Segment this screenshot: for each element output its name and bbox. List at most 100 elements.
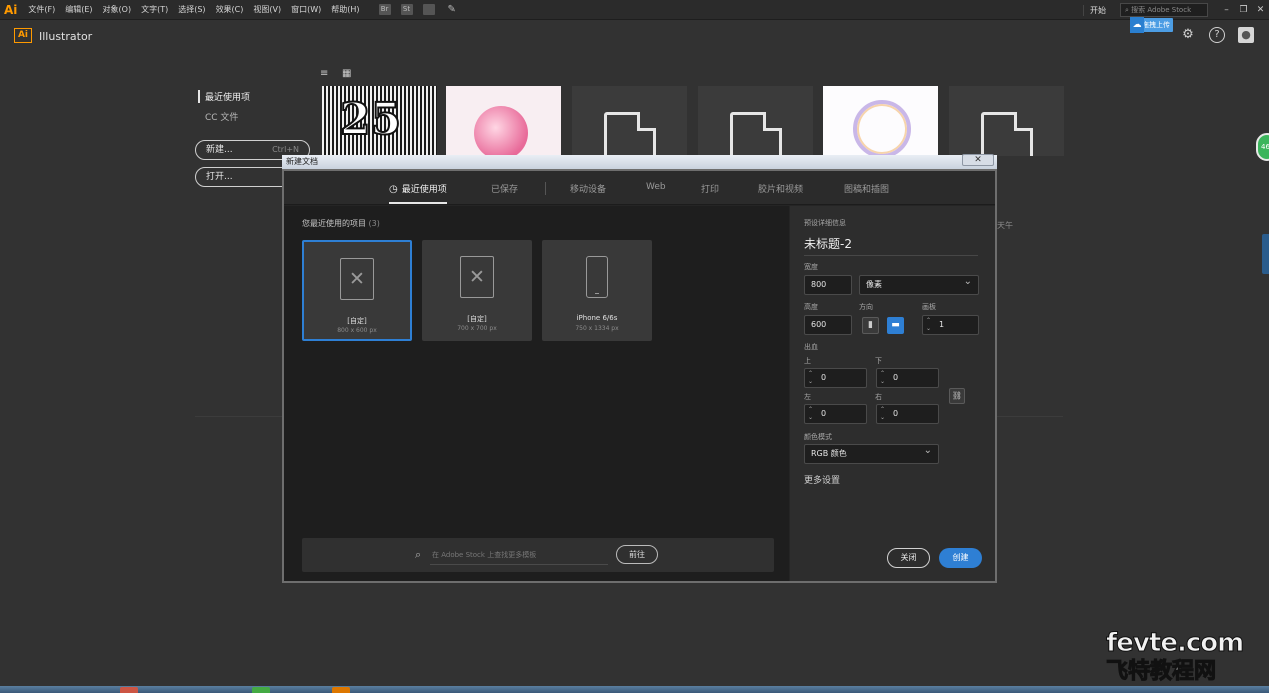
arrange-documents-icon[interactable] bbox=[422, 4, 435, 15]
artboards-label: 画板 bbox=[922, 303, 936, 311]
document-name-field[interactable]: 未标题-2 bbox=[804, 235, 978, 256]
tab-separator bbox=[545, 182, 546, 195]
list-view-icon[interactable]: ≡ bbox=[320, 68, 328, 79]
watermark-site-name: 飞特教程网 bbox=[1105, 659, 1217, 685]
color-mode-label: 颜色模式 bbox=[804, 433, 832, 441]
portrait-icon[interactable]: ▮ bbox=[862, 317, 879, 334]
tab-film-video[interactable]: 胶片和视频 bbox=[758, 182, 803, 195]
bleed-top-value: 0 bbox=[821, 373, 827, 382]
unit-select[interactable]: 像素 bbox=[859, 273, 979, 295]
menu-help[interactable]: 帮助(H) bbox=[326, 4, 364, 15]
artboards-field[interactable]: ⌃ ⌄ 1 bbox=[922, 315, 979, 335]
recent-file-thumbnail[interactable] bbox=[698, 86, 813, 156]
close-button[interactable]: 关闭 bbox=[887, 548, 930, 568]
dialog-title: 新建文档 bbox=[286, 157, 318, 166]
recent-file-thumbnail[interactable] bbox=[572, 86, 687, 156]
side-panel-tab[interactable] bbox=[1262, 234, 1269, 274]
menu-edit[interactable]: 编辑(E) bbox=[60, 4, 97, 15]
bleed-top-label: 上 bbox=[804, 357, 811, 365]
bleed-bottom-label: 下 bbox=[875, 357, 882, 365]
tab-recent[interactable]: ◷ 最近使用项 bbox=[389, 182, 447, 204]
stepper-icon[interactable]: ⌃ ⌄ bbox=[808, 370, 813, 386]
go-button[interactable]: 前往 bbox=[616, 545, 658, 564]
preset-card[interactable]: ✕ [自定] 800 x 600 px bbox=[302, 240, 412, 341]
dialog-close-button[interactable]: ✕ bbox=[962, 154, 994, 166]
preset-card[interactable]: ✕ [自定] 700 x 700 px bbox=[422, 240, 532, 341]
menu-type[interactable]: 文字(T) bbox=[136, 4, 173, 15]
menu-select[interactable]: 选择(S) bbox=[173, 4, 210, 15]
tab-mobile[interactable]: 移动设备 bbox=[570, 182, 606, 195]
bleed-top-field[interactable]: ⌃ ⌄ 0 bbox=[804, 368, 867, 388]
recent-file-thumbnail[interactable] bbox=[823, 86, 938, 156]
tab-web[interactable]: Web bbox=[646, 182, 666, 192]
preset-card[interactable]: iPhone 6/6s 750 x 1334 px bbox=[542, 240, 652, 341]
app-mini-logo: Ai bbox=[4, 2, 18, 17]
menu-window[interactable]: 窗口(W) bbox=[286, 4, 326, 15]
link-icon[interactable]: ⛓ bbox=[949, 388, 965, 404]
taskbar-app-icon[interactable] bbox=[332, 687, 350, 693]
recent-file-thumbnail[interactable] bbox=[949, 86, 1064, 156]
recent-file-thumbnail[interactable]: 25 bbox=[322, 86, 437, 156]
details-heading: 预设详细信息 bbox=[804, 219, 846, 227]
stock-search-placeholder: 搜索 Adobe Stock bbox=[1131, 6, 1192, 14]
restore-button[interactable]: ❐ bbox=[1235, 5, 1252, 15]
tab-art-illustration[interactable]: 图稿和插图 bbox=[844, 182, 889, 195]
menu-effect[interactable]: 效果(C) bbox=[211, 4, 249, 15]
stepper-icon[interactable]: ⌃ ⌄ bbox=[880, 370, 885, 386]
nav-recent[interactable]: 最近使用项 bbox=[198, 90, 250, 103]
tab-print[interactable]: 打印 bbox=[701, 182, 719, 195]
file-label-partial: 天午 bbox=[997, 221, 1013, 230]
bleed-label: 出血 bbox=[804, 343, 818, 351]
menu-file[interactable]: 文件(F) bbox=[23, 4, 60, 15]
preset-size: 700 x 700 px bbox=[457, 325, 497, 332]
stepper-icon[interactable]: ⌃ ⌄ bbox=[926, 317, 931, 333]
landscape-icon[interactable]: ▬ bbox=[887, 317, 904, 334]
new-button-label: 新建... bbox=[206, 145, 233, 155]
bridge-icon[interactable]: Br bbox=[378, 4, 391, 15]
bleed-right-field[interactable]: ⌃ ⌄ 0 bbox=[876, 404, 939, 424]
drag-upload-button[interactable]: ☁ 拖拽上传 bbox=[1130, 17, 1173, 33]
preset-name: iPhone 6/6s bbox=[576, 314, 618, 322]
height-field[interactable]: 600 bbox=[804, 315, 852, 335]
bleed-right-label: 右 bbox=[875, 393, 882, 401]
dialog-titlebar[interactable]: 新建文档 bbox=[282, 155, 997, 169]
close-window-button[interactable]: ✕ bbox=[1252, 5, 1269, 15]
tab-recent-label: 最近使用项 bbox=[401, 185, 447, 195]
create-button[interactable]: 创建 bbox=[939, 548, 982, 568]
bleed-left-field[interactable]: ⌃ ⌄ 0 bbox=[804, 404, 867, 424]
document-icon bbox=[603, 112, 656, 156]
custom-document-icon: ✕ bbox=[460, 256, 494, 298]
user-icon[interactable]: ● bbox=[1238, 27, 1254, 43]
taskbar-app-icon[interactable] bbox=[252, 687, 270, 693]
gear-icon[interactable]: ⚙ bbox=[1180, 27, 1196, 43]
stepper-icon[interactable]: ⌃ ⌄ bbox=[808, 406, 813, 422]
menu-view[interactable]: 视图(V) bbox=[248, 4, 286, 15]
pink-shape-artwork bbox=[474, 106, 528, 156]
width-label: 宽度 bbox=[804, 263, 818, 271]
more-settings-button[interactable]: 更多设置 bbox=[804, 473, 840, 486]
minimize-button[interactable]: – bbox=[1218, 5, 1235, 15]
gpu-performance-icon[interactable]: ✎ bbox=[448, 4, 456, 15]
recent-file-thumbnail[interactable] bbox=[446, 86, 561, 156]
custom-document-icon: ✕ bbox=[340, 258, 374, 300]
help-icon[interactable]: ? bbox=[1209, 27, 1225, 43]
color-mode-select[interactable]: RGB 颜色 bbox=[804, 442, 939, 464]
menu-object[interactable]: 对象(O) bbox=[98, 4, 137, 15]
tab-saved[interactable]: 已保存 bbox=[491, 182, 518, 195]
workspace-switcher[interactable]: 开始 bbox=[1083, 4, 1120, 16]
width-field[interactable]: 800 bbox=[804, 275, 852, 295]
os-taskbar bbox=[0, 686, 1269, 693]
grid-view-icon[interactable]: ▦ bbox=[342, 68, 351, 79]
taskbar-app-icon[interactable] bbox=[120, 687, 138, 693]
bleed-left-value: 0 bbox=[821, 409, 827, 418]
stock-template-search-input[interactable]: 在 Adobe Stock 上查找更多模板 bbox=[432, 550, 536, 560]
preset-size: 800 x 600 px bbox=[337, 327, 377, 334]
stepper-icon[interactable]: ⌃ ⌄ bbox=[880, 406, 885, 422]
bleed-right-value: 0 bbox=[893, 409, 899, 418]
side-badge[interactable]: 46 bbox=[1256, 133, 1269, 161]
bleed-bottom-field[interactable]: ⌃ ⌄ 0 bbox=[876, 368, 939, 388]
nav-cc-files[interactable]: CC 文件 bbox=[205, 110, 238, 123]
recent-heading-text: 您最近使用的项目 bbox=[302, 219, 366, 228]
stock-search-input[interactable]: ⌕ 搜索 Adobe Stock bbox=[1120, 3, 1208, 17]
stock-icon[interactable]: St bbox=[400, 4, 413, 15]
